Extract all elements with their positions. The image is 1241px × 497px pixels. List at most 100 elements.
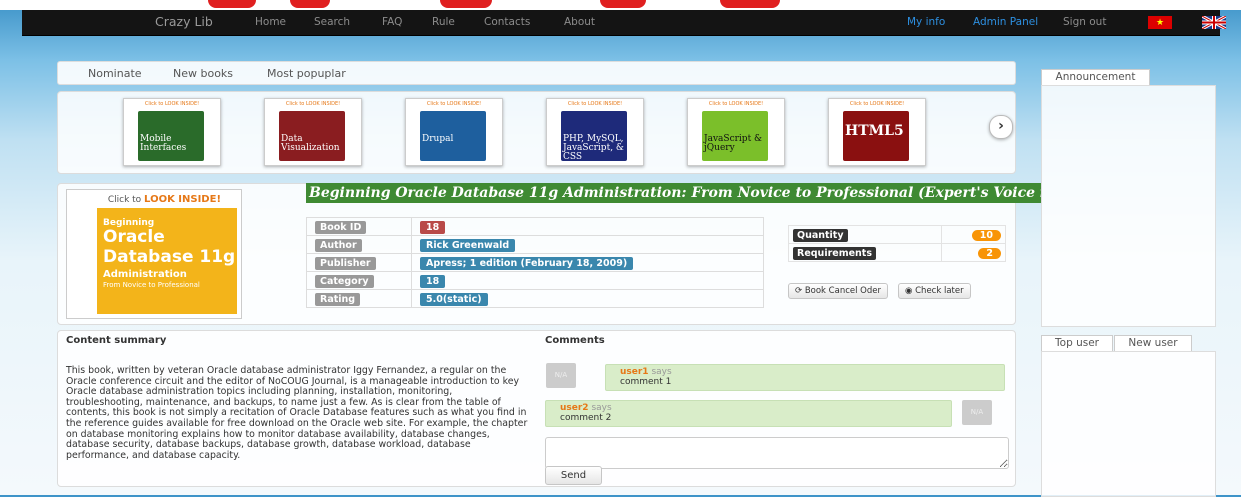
quantity-badge: 10 [971,230,1001,241]
carousel-book-cover[interactable]: Click to LOOK INSIDE! PHP, MySQL, JavaSc… [546,98,644,166]
table-row: Book ID 18 [306,217,764,236]
comment-text: comment 1 [620,377,672,387]
announcement-box [1041,85,1216,327]
nav-admin-panel[interactable]: Admin Panel [973,16,1038,28]
cancel-order-label: Book Cancel Oder [804,286,881,296]
cover-line: From Novice to Professional [103,281,200,289]
field-label: Author [315,238,362,252]
banner-decoration [440,0,492,8]
comment-says: says [651,367,672,377]
nav-about[interactable]: About [564,16,595,28]
author-badge: Rick Greenwald [420,238,516,252]
carousel-book-cover[interactable]: Click to LOOK INSIDE! Mobile Interfaces [123,98,221,166]
look-inside-label: Click to LOOK INSIDE! [708,101,764,107]
stock-table: Quantity 10 Requirements 2 [787,225,1006,262]
banner-decoration [720,0,780,8]
summary-title: Content summary [66,335,167,346]
look-inside-label: Click to LOOK INSIDE! [849,101,905,107]
book-cover-title: HTML5 [845,123,904,139]
comment-item: user2 says comment 2 [545,400,952,427]
requirements-label: Requirements [793,246,877,260]
book-cover-art: Beginning Oracle Database 11g Administra… [97,208,237,314]
chevron-right-icon[interactable]: › [989,115,1013,139]
quantity-label: Quantity [793,228,848,242]
book-cover-title: PHP, MySQL, JavaScript, & CSS [563,134,624,162]
eye-icon: ◉ [905,286,913,296]
publisher-badge: Apress; 1 edition (February 18, 2009) [420,256,634,270]
cancel-order-button[interactable]: ⟳ Book Cancel Oder [788,283,888,299]
book-category-tabs: Nominate New books Most popuplar [57,61,1016,85]
tab-nominate[interactable]: Nominate [88,67,142,80]
check-later-label: Check later [915,286,964,296]
table-row: Requirements 2 [787,243,1006,262]
nav-home[interactable]: Home [255,16,286,28]
book-cover-title: JavaScript & jQuery [704,134,763,153]
field-label: Book ID [315,220,367,234]
comment-text: comment 2 [560,413,612,423]
field-label: Category [315,274,374,288]
table-row: Rating 5.0(static) [306,289,764,308]
table-row: Quantity 10 [787,225,1006,244]
nav-sign-out[interactable]: Sign out [1063,16,1106,28]
top-navbar: Crazy Lib Home Search FAQ Rule Contacts … [22,10,1226,36]
book-id-badge: 18 [420,220,446,234]
carousel-book-cover[interactable]: Click to LOOK INSIDE! JavaScript & jQuer… [687,98,785,166]
cover-line: Administration [103,269,187,280]
look-inside-label: Click to LOOK INSIDE! [144,101,200,107]
summary-text: This book, written by veteran Oracle dat… [66,365,528,461]
brand-logo[interactable]: Crazy Lib [155,14,213,29]
banner-decoration [290,0,330,8]
carousel-book-cover[interactable]: Click to LOOK INSIDE! HTML5 [828,98,926,166]
tab-announcement[interactable]: Announcement [1041,69,1150,85]
uk-flag-icon[interactable] [1202,16,1226,29]
comment-item: user1 says comment 1 [605,364,1005,391]
rating-badge: 5.0(static) [420,292,488,306]
book-title: Beginning Oracle Database 11g Administra… [306,183,1041,203]
nav-search[interactable]: Search [314,16,350,28]
send-button[interactable]: Send [545,466,602,485]
banner-decoration [208,0,256,8]
look-inside-label: Click to LOOK INSIDE! [426,101,482,107]
book-cover-title: Data Visualization [281,134,340,153]
book-cover-title: Mobile Interfaces [140,134,187,153]
banner-decoration [600,0,646,8]
tab-new-books[interactable]: New books [173,67,233,80]
look-inside-label: Click to LOOK INSIDE! [107,194,221,205]
carousel-book-cover[interactable]: Click to LOOK INSIDE! Drupal [405,98,503,166]
tab-top-user[interactable]: Top user [1041,335,1113,351]
requirements-badge: 2 [978,248,1001,259]
comment-says: says [591,403,612,413]
table-row: Publisher Apress; 1 edition (February 18… [306,253,764,272]
book-carousel: Click to LOOK INSIDE! Mobile Interfaces … [57,91,1016,174]
comment-input[interactable] [545,437,1009,469]
book-info-table: Book ID 18 Author Rick Greenwald Publish… [306,217,764,308]
category-badge: 18 [420,274,446,288]
nav-contacts[interactable]: Contacts [484,16,530,28]
look-inside-label: Click to LOOK INSIDE! [285,101,341,107]
nav-faq[interactable]: FAQ [382,16,402,28]
table-row: Author Rick Greenwald [306,235,764,254]
comments-title: Comments [545,335,605,346]
table-row: Category 18 [306,271,764,290]
user-list-box [1041,351,1216,497]
cover-line: Database 11g [103,247,236,267]
comment-user[interactable]: user1 [620,367,649,377]
book-cover-title: Drupal [422,134,454,144]
tab-new-user[interactable]: New user [1114,335,1192,351]
vietnam-flag-icon[interactable]: ★ [1148,16,1172,29]
avatar: N/A [546,363,576,388]
header-banner-strip [0,0,1241,10]
field-label: Rating [315,292,361,306]
carousel-book-cover[interactable]: Click to LOOK INSIDE! Data Visualization [264,98,362,166]
tab-most-popular[interactable]: Most popuplar [267,67,346,80]
cover-line: Oracle [103,227,165,247]
refresh-icon: ⟳ [795,286,803,296]
book-cover-large[interactable]: Click to LOOK INSIDE! Beginning Oracle D… [66,189,242,319]
nav-my-info[interactable]: My info [907,16,945,28]
look-inside-label: Click to LOOK INSIDE! [567,101,623,107]
nav-rule[interactable]: Rule [432,16,455,28]
field-label: Publisher [315,256,376,270]
check-later-button[interactable]: ◉ Check later [898,283,971,299]
avatar: N/A [962,400,992,425]
comment-user[interactable]: user2 [560,403,589,413]
